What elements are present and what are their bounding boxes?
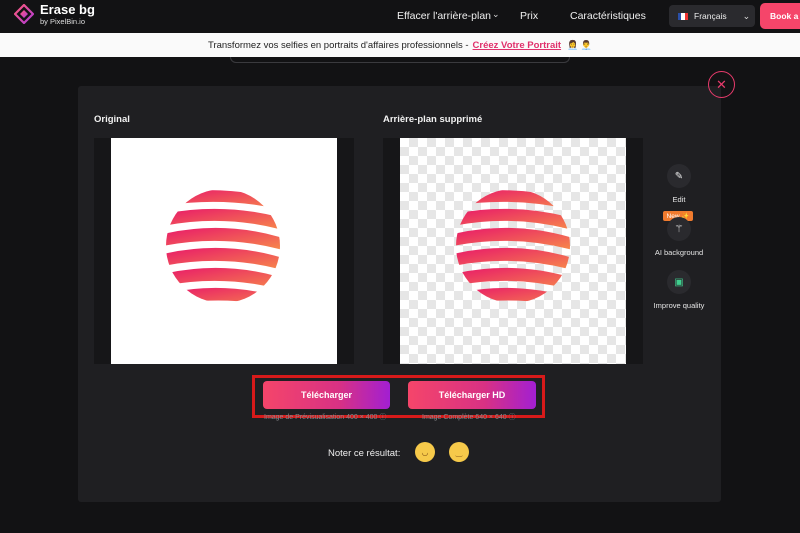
ai-background-tool[interactable]: ⚚ AI background	[634, 217, 724, 257]
nav-remove-background[interactable]: Effacer l'arrière-plan	[397, 10, 491, 22]
chevron-down-icon[interactable]: ⌄	[492, 9, 500, 20]
ai-background-label: AI background	[654, 248, 704, 257]
sphere-logo-cutout-image	[456, 190, 570, 303]
create-portrait-link[interactable]: Créez Votre Portrait	[473, 40, 562, 51]
pencil-icon[interactable]: ✎	[667, 164, 691, 188]
download-button[interactable]: Télécharger	[263, 381, 390, 409]
brand-subtitle: by PixelBin.io	[40, 17, 86, 26]
book-demo-button[interactable]: Book a	[760, 3, 800, 29]
edit-tool[interactable]: ✎ Edit	[634, 164, 724, 204]
preview-image-caption: Image de Prévisualisation 400 × 400 ⓘ	[264, 414, 387, 421]
neutral-face-icon[interactable]: ‿	[449, 442, 469, 462]
chevron-down-icon: ⌄	[742, 10, 751, 21]
nav-features[interactable]: Caractéristiques	[570, 10, 646, 22]
french-flag-icon	[678, 12, 688, 20]
edit-label: Edit	[672, 195, 686, 204]
close-icon[interactable]: ✕	[708, 71, 735, 98]
download-hd-button[interactable]: Télécharger HD	[408, 381, 536, 409]
announcement-bar: Transformez vos selfies en portraits d'a…	[0, 33, 800, 57]
top-navbar: Erase bg by PixelBin.io Effacer l'arrièr…	[0, 0, 800, 33]
enhance-icon[interactable]: ▣	[667, 270, 691, 294]
sad-face-icon[interactable]: ◡	[415, 442, 435, 462]
full-image-caption: Image Complète 640 × 640 ⓘ	[422, 414, 516, 421]
announcement-text: Transformez vos selfies en portraits d'a…	[208, 39, 469, 51]
background-upload-bar	[230, 57, 570, 63]
language-label: Français	[694, 11, 727, 21]
removed-background-label: Arrière-plan supprimé	[383, 114, 483, 125]
brand-logo[interactable]: Erase bg by PixelBin.io	[14, 3, 95, 26]
magic-wand-icon[interactable]: ⚚	[667, 217, 691, 241]
sphere-logo-image	[166, 190, 280, 303]
brand-title: Erase bg	[40, 2, 95, 17]
original-label: Original	[94, 114, 130, 125]
nav-pricing[interactable]: Prix	[520, 10, 538, 22]
improve-quality-tool[interactable]: ▣ Improve quality	[634, 270, 724, 310]
rate-result-label: Noter ce résultat:	[328, 448, 401, 459]
improve-quality-label: Improve quality	[653, 301, 705, 310]
erase-bg-logo-icon	[14, 4, 34, 25]
language-selector[interactable]: Français ⌄	[669, 5, 755, 27]
people-emoji-icon: 👩‍💼 👨‍💼	[567, 39, 592, 50]
